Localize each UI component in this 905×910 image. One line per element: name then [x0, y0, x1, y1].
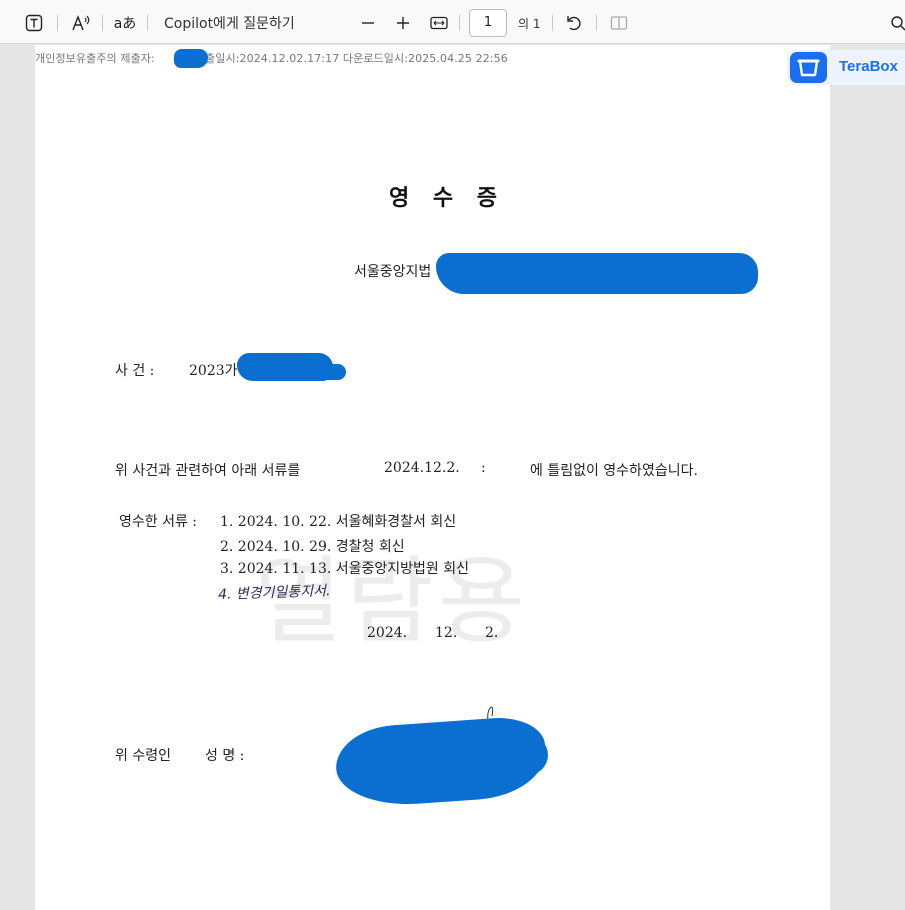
meta-suffix: 제출일시:2024.12.02.17:17 다운로드일시:2025.04.25 …: [194, 52, 508, 65]
redaction-mark: [300, 364, 346, 380]
redaction-mark: [436, 253, 758, 294]
fit-width-icon[interactable]: [428, 12, 450, 34]
terabox-widget[interactable]: TeraBox: [787, 50, 905, 85]
terabox-label: TeraBox: [839, 58, 898, 75]
redaction-mark: [470, 735, 548, 775]
date-day: 2.: [485, 625, 499, 641]
body-colon: :: [481, 460, 486, 476]
zoom-out-icon[interactable]: [358, 12, 378, 34]
body-text-prefix: 위 사건과 관련하여 아래 서류를: [115, 463, 301, 479]
documents-label: 영수한 서류 :: [119, 514, 198, 530]
handwritten-document-item: 4. 변경기일통지서.: [217, 583, 331, 603]
meta-prefix: 개인정보유출주의 제출자:: [35, 52, 155, 65]
redaction-mark: [174, 49, 208, 68]
read-aloud-icon[interactable]: [70, 12, 92, 34]
recipient-label: 위 수령인: [115, 748, 171, 764]
pdf-toolbar: aあ Copilot에게 질문하기 1 의 1: [0, 0, 905, 44]
document-item-3: 3. 2024. 11. 13. 서울중앙지방법원 회신: [220, 561, 470, 577]
rotate-icon[interactable]: [564, 12, 584, 34]
copilot-ask-button[interactable]: Copilot에게 질문하기: [164, 12, 295, 34]
text-box-icon[interactable]: [24, 12, 44, 34]
search-icon[interactable]: [888, 12, 905, 34]
body-date: 2024.12.2.: [384, 460, 460, 476]
terabox-logo-icon: [790, 52, 827, 83]
recipient-name-label: 성 명 :: [205, 748, 245, 764]
case-number: 2023가: [189, 363, 238, 379]
document-meta: 개인정보유출주의 제출자: 제출일시:2024.12.02.17:17 다운로드일…: [35, 50, 508, 66]
zoom-in-icon[interactable]: [393, 12, 413, 34]
page-title: 영 수 증: [389, 186, 506, 211]
date-month: 12.: [435, 625, 458, 641]
case-label: 사 건 :: [115, 363, 155, 379]
court-name: 서울중앙지법: [354, 264, 432, 280]
text-options-icon[interactable]: aあ: [113, 12, 137, 34]
page-view-icon[interactable]: [608, 12, 630, 34]
document-item-1: 1. 2024. 10. 22. 서울혜화경찰서 회신: [220, 514, 457, 530]
body-text-suffix: 에 틀림없이 영수하였습니다.: [530, 463, 698, 479]
date-year: 2024.: [367, 625, 408, 641]
page-number-input[interactable]: 1: [469, 9, 507, 37]
page-total: 의 1: [518, 16, 541, 31]
document-item-2: 2. 2024. 10. 29. 경찰청 회신: [220, 539, 405, 555]
